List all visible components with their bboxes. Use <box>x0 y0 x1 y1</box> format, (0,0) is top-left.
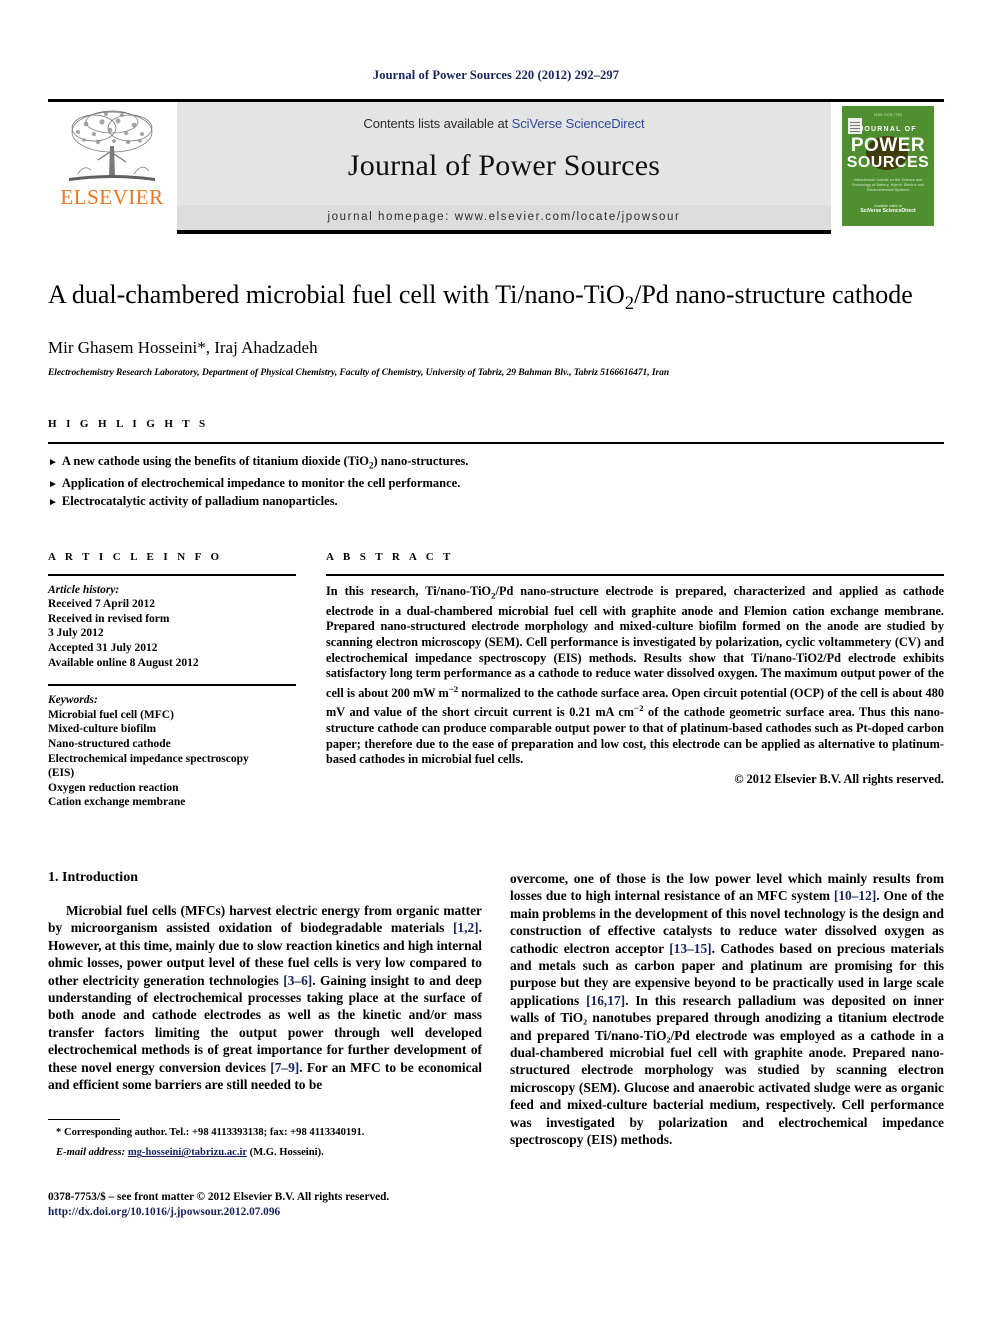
citation-ref[interactable]: [7–9] <box>270 1060 299 1075</box>
issn-front-matter: 0378-7753/$ – see front matter © 2012 El… <box>48 1191 390 1204</box>
article-page: Journal of Power Sources 220 (2012) 292–… <box>0 0 992 1323</box>
citation-ref[interactable]: [16,17] <box>586 993 625 1008</box>
highlight-item: ► Electrocatalytic activity of palladium … <box>48 493 944 511</box>
sciencedirect-link[interactable]: SciVerse ScienceDirect <box>512 116 645 131</box>
history-item: Available online 8 August 2012 <box>48 656 199 669</box>
journal-title: Journal of Power Sources <box>347 149 661 182</box>
highlights-heading: H I G H L I G H T S <box>48 418 209 431</box>
article-info-section: A R T I C L E I N F O Article history: R… <box>48 551 296 810</box>
email-note: E-mail address: mg-hosseini@tabrizu.ac.i… <box>48 1146 482 1160</box>
bullet-arrow-icon: ► <box>48 496 58 508</box>
highlight-item: ► A new cathode using the benefits of tit… <box>48 453 944 475</box>
history-item: Received 7 April 2012 <box>48 598 155 611</box>
highlight-text: Application of electrochemical impedance… <box>61 475 461 490</box>
article-info-heading: A R T I C L E I N F O <box>48 550 223 563</box>
bullet-arrow-icon: ► <box>48 478 58 490</box>
abstract-copyright: © 2012 Elsevier B.V. All rights reserved… <box>734 771 944 786</box>
affiliation: Electrochemistry Research Laboratory, De… <box>48 368 670 379</box>
article-info-divider <box>48 573 296 576</box>
highlights-divider <box>48 442 944 445</box>
footnote-section: * Corresponding author. Tel.: +98 411339… <box>48 1119 482 1160</box>
email-link[interactable]: mg-hosseini@tabrizu.ac.ir <box>128 1147 247 1158</box>
highlight-item: ► Application of electrochemical impedanc… <box>48 475 944 493</box>
intro-right-text-4: . In this research palladium was deposit… <box>510 992 944 1148</box>
keywords-divider <box>48 684 296 687</box>
history-item: 3 July 2012 <box>48 627 104 640</box>
masthead-center: Contents lists available at SciVerse Sci… <box>176 102 832 234</box>
bullet-arrow-icon: ► <box>48 457 58 469</box>
highlight-text: Electrocatalytic activity of palladium n… <box>61 493 338 508</box>
email-label: E-mail address: <box>56 1147 126 1159</box>
cover-sources: SOURCES <box>846 154 930 171</box>
keyword-item: Microbial fuel cell (MFC) <box>48 708 174 721</box>
abstract-divider <box>326 573 944 576</box>
highlights-list: ► A new cathode using the benefits of tit… <box>48 453 944 511</box>
running-head: Journal of Power Sources 220 (2012) 292–… <box>372 68 620 82</box>
keyword-item: Mixed-culture biofilm <box>48 723 157 736</box>
keyword-item: Cation exchange membrane <box>48 796 186 809</box>
page-title: A dual-chambered microbial fuel cell wit… <box>48 280 913 315</box>
keyword-item: Nano-structured cathode <box>48 738 171 751</box>
keyword-item: Electrochemical impedance spectroscopy <box>48 752 249 765</box>
intro-paragraph-right: overcome, one of those is the low power … <box>510 870 944 1149</box>
issn-block: 0378-7753/$ – see front matter © 2012 El… <box>48 1190 482 1220</box>
elsevier-wordmark: ELSEVIER <box>60 185 164 209</box>
section-heading-introduction: 1. Introduction <box>48 870 138 885</box>
journal-homepage-link[interactable]: journal homepage: www.elsevier.com/locat… <box>177 205 831 234</box>
history-item: Accepted 31 July 2012 <box>48 642 158 655</box>
article-history-label: Article history: <box>48 583 120 596</box>
abstract-heading: A B S T R A C T <box>326 550 454 563</box>
elsevier-tree-icon <box>69 110 155 181</box>
article-history: Article history: Received 7 April 2012 R… <box>48 583 296 671</box>
keywords-list: Keywords: Microbial fuel cell (MFC) Mixe… <box>48 693 296 810</box>
cover-journal-of: JOURNAL OF <box>859 126 917 133</box>
cover-power: POWER <box>850 135 926 156</box>
cover-footer-big: SciVerse ScienceDirect <box>860 208 916 214</box>
body-column-left: 1. Introduction Microbial fuel cells (MF… <box>48 870 482 1220</box>
footnote-divider <box>48 1119 120 1121</box>
cover-image: ISSN 0378-7753 JOURNAL OF POWER SOURCES … <box>842 106 934 226</box>
body-columns: 1. Introduction Microbial fuel cells (MF… <box>48 870 944 1220</box>
citation-ref[interactable]: [10–12] <box>834 888 876 903</box>
abstract-section: A B S T R A C T In this research, Ti/nan… <box>326 551 944 810</box>
elsevier-logo: ELSEVIER <box>48 102 176 234</box>
cover-subtitle: International Journal on the Science and… <box>851 178 925 192</box>
citation-ref[interactable]: [13–15] <box>669 941 711 956</box>
highlight-text: A new cathode using the benefits of tita… <box>61 454 469 471</box>
author-list: Mir Ghasem Hosseini*, Iraj Ahadzadeh <box>48 338 318 358</box>
keywords-label: Keywords: <box>48 694 98 707</box>
keyword-item: (EIS) <box>48 767 75 780</box>
journal-cover-thumbnail: ISSN 0378-7753 JOURNAL OF POWER SOURCES … <box>832 102 944 234</box>
highlights-section: H I G H L I G H T S ► A new cathode using… <box>48 418 944 511</box>
corresponding-author-note: * Corresponding author. Tel.: +98 411339… <box>56 1127 365 1139</box>
body-column-right: overcome, one of those is the low power … <box>510 870 944 1220</box>
contents-list-line: Contents lists available at SciVerse Sci… <box>363 102 644 131</box>
cover-issn: ISSN 0378-7753 <box>874 113 902 117</box>
abstract-text: In this research, Ti/nano-TiO2/Pd nano-s… <box>326 583 945 767</box>
keyword-item: Oxygen reduction reaction <box>48 781 179 794</box>
intro-text-1: Microbial fuel cells (MFCs) harvest elec… <box>48 903 482 936</box>
citation-ref[interactable]: [3–6] <box>283 973 312 988</box>
intro-paragraph-left: Microbial fuel cells (MFCs) harvest elec… <box>48 902 482 1093</box>
history-item: Received in revised form <box>48 612 170 625</box>
contents-prefix: Contents lists available at <box>363 116 512 131</box>
info-abstract-row: A R T I C L E I N F O Article history: R… <box>48 551 944 810</box>
journal-masthead: ELSEVIER Contents lists available at Sci… <box>48 99 944 234</box>
citation-ref[interactable]: [1,2] <box>453 920 479 935</box>
doi-link[interactable]: http://dx.doi.org/10.1016/j.jpowsour.201… <box>48 1205 482 1220</box>
cover-footer: Available online at SciVerse ScienceDire… <box>848 204 928 214</box>
email-suffix: (M.G. Hosseini). <box>249 1147 324 1159</box>
